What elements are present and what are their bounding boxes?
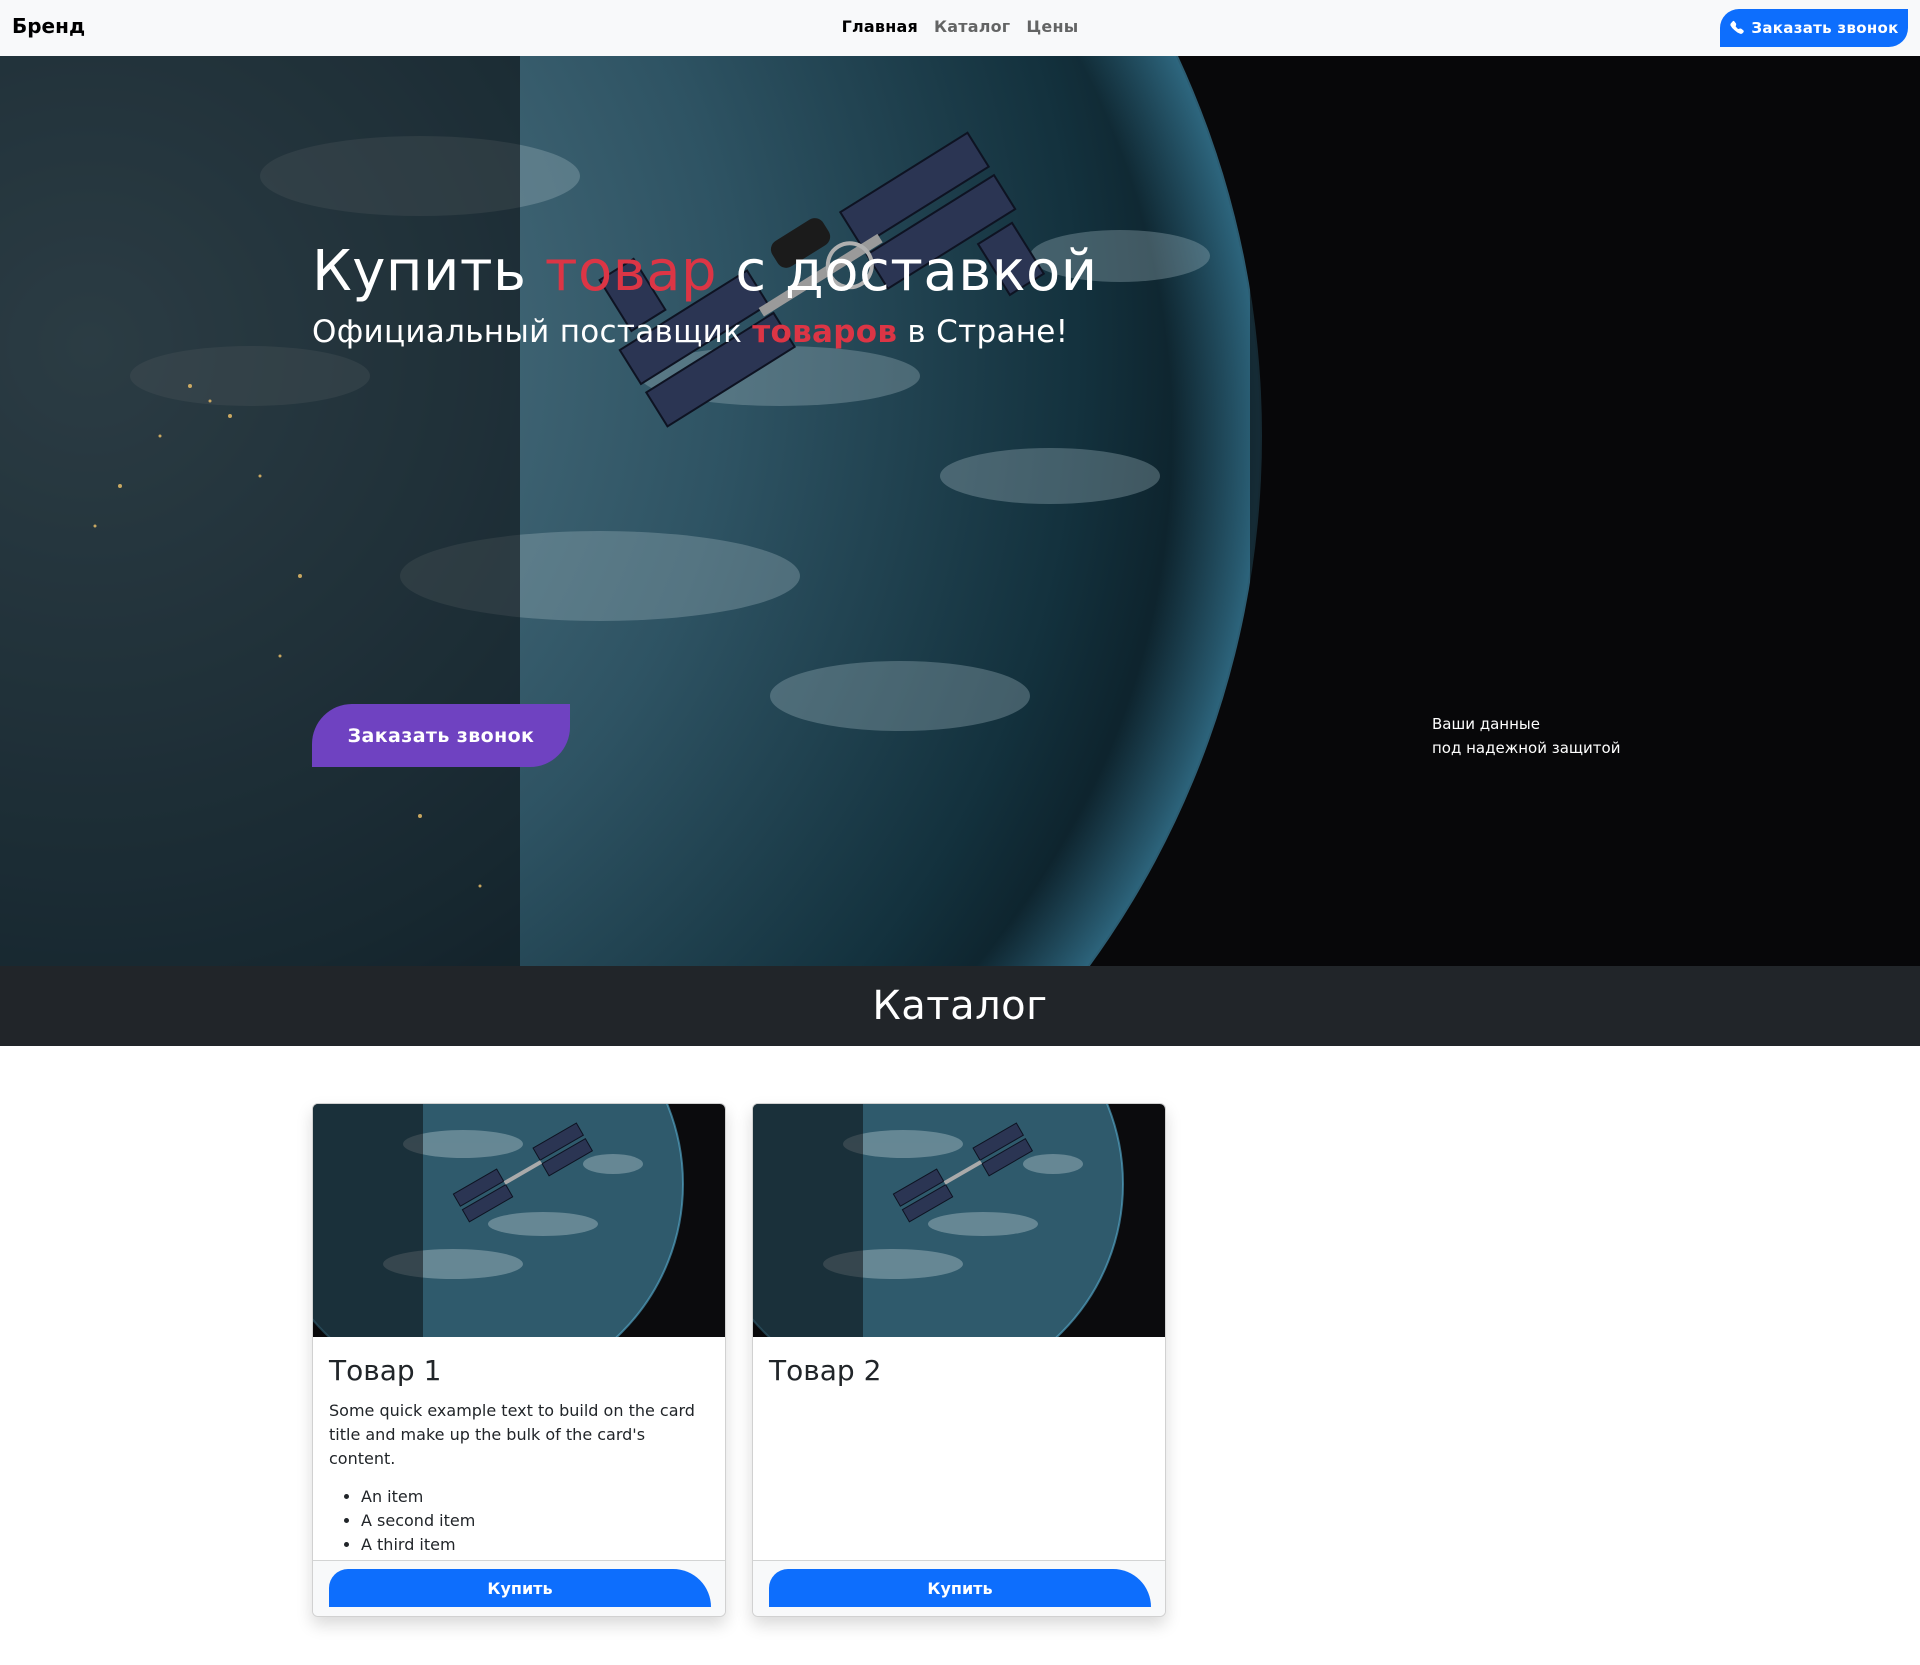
list-item: An item [361,1485,709,1509]
hero-title: Купить товар с доставкой [312,239,1098,304]
buy-button[interactable]: Купить [769,1569,1151,1607]
security-line-1: Ваши данные [1432,715,1540,733]
hero-title-accent: товар [544,239,718,304]
buy-button[interactable]: Купить [329,1569,711,1607]
product-card: Товар 1 Some quick example text to build… [312,1103,726,1617]
nav-link-home[interactable]: Главная [842,17,918,36]
hero-background-image [0,56,1920,966]
hero-subtitle-accent: товаров [752,314,898,350]
nav-link-catalog[interactable]: Каталог [934,17,1010,36]
hero-section: Купить товар с доставкой Официальный пос… [0,56,1920,966]
product-image [753,1104,1165,1337]
card-footer: Купить [753,1560,1165,1616]
card-body: Товар 2 [769,1354,1149,1387]
card-title: Товар 2 [769,1354,882,1387]
card-footer: Купить [313,1560,725,1616]
card-title: Товар 1 [329,1354,442,1387]
card-feature-list: An item A second item A third item [329,1485,709,1557]
product-card: Товар 2 Купить [752,1103,1166,1617]
security-line-2: под надежной защитой [1432,739,1621,757]
hero-call-button[interactable]: Заказать звонок [312,704,570,767]
nav-links: Главная Каталог Цены [0,17,1920,36]
data-security-note: Ваши данные под надежной защитой [1432,712,1620,760]
nav-link-prices[interactable]: Цены [1026,17,1078,36]
list-item: A third item [361,1533,709,1557]
product-image [313,1104,725,1337]
card-body: Товар 1 Some quick example text to build… [329,1354,709,1557]
catalog-header: Каталог [0,966,1920,1046]
card-description: Some quick example text to build on the … [329,1401,695,1468]
navbar-call-button[interactable]: Заказать звонок [1720,9,1908,47]
hero-subtitle: Официальный поставщик товаров в Стране! [312,314,1069,350]
phone-icon [1730,20,1745,34]
top-navbar: Бренд Главная Каталог Цены Заказать звон… [0,0,1920,56]
list-item: A second item [361,1509,709,1533]
catalog-title: Каталог [872,983,1048,1029]
navbar-call-label: Заказать звонок [1751,19,1899,37]
